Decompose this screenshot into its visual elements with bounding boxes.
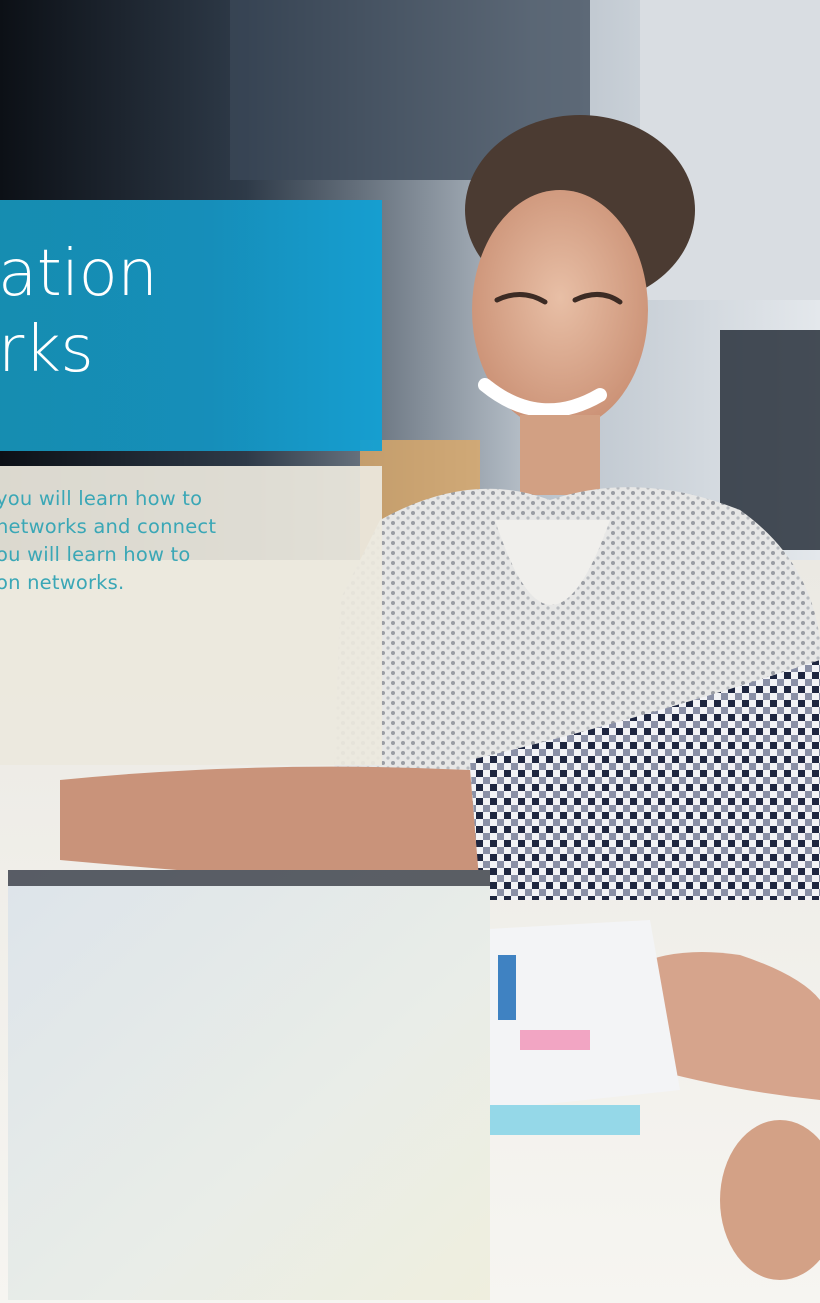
description-line-4: on networks. [0,571,125,594]
description-line-3: ou will learn how to [0,543,191,566]
course-title-line-2: rks [0,313,94,387]
description-line-1: you will learn how to [0,487,203,510]
description-line-2: networks and connect [0,515,217,538]
course-description-panel: you will learn how to networks and conne… [0,466,382,765]
course-title-panel: ation rks [0,200,382,451]
course-title-line-1: ation [0,237,158,311]
